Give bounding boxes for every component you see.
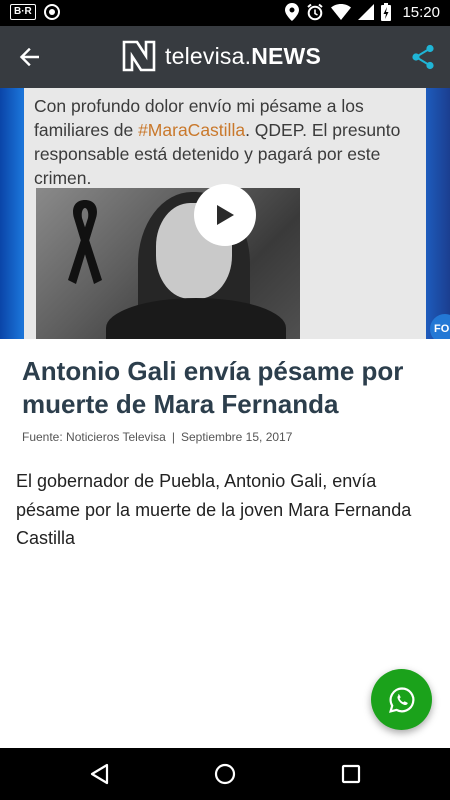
- tweet-hashtag: #MaraCastilla: [138, 120, 246, 140]
- whatsapp-icon: [388, 686, 414, 713]
- play-icon: [217, 205, 234, 225]
- wifi-icon: [331, 4, 352, 20]
- nav-back-icon: [90, 763, 109, 785]
- arrow-back-icon: [19, 48, 39, 66]
- article-source: Fuente: Noticieros Televisa: [22, 430, 166, 444]
- nav-recents-icon: [341, 764, 361, 784]
- circle-notification-icon: [43, 4, 60, 20]
- nav-recents-button[interactable]: [339, 762, 363, 786]
- article-date: Septiembre 15, 2017: [180, 430, 293, 444]
- brand-suffix: NEWS: [251, 42, 321, 69]
- nav-home-icon: [214, 763, 236, 785]
- location-icon: [285, 3, 300, 21]
- battery-charging-icon: [381, 3, 392, 21]
- status-left: B·R: [10, 4, 60, 20]
- mourning-ribbon-icon: [68, 200, 102, 284]
- photo-shoulders: [106, 298, 286, 339]
- alarm-icon: [307, 3, 324, 21]
- navigation-bar: [0, 748, 450, 800]
- corner-badge: FO: [430, 314, 450, 339]
- status-right: 15:20: [285, 3, 440, 21]
- video-photo: [36, 188, 300, 339]
- app-bar: televisa.NEWS: [0, 26, 450, 88]
- article-meta: Fuente: Noticieros Televisa | Septiembre 1…: [22, 430, 292, 444]
- televisa-logo-icon: [122, 40, 156, 72]
- share-button[interactable]: [408, 42, 438, 72]
- signal-icon: [358, 4, 375, 20]
- article-title: Antonio Gali envía pésame por muerte de …: [22, 356, 404, 419]
- brand-prefix: televisa.: [165, 42, 252, 69]
- nav-back-button[interactable]: [87, 762, 111, 786]
- tweet-text: Con profundo dolor envío mi pésame a los…: [34, 94, 426, 190]
- whatsapp-share-button[interactable]: [371, 669, 432, 730]
- br-icon: B·R: [10, 4, 36, 20]
- status-time: 15:20: [402, 3, 440, 21]
- brand-text: televisa.NEWS: [165, 43, 321, 70]
- televisa-news-logo: televisa.NEWS: [122, 40, 321, 72]
- video-player[interactable]: Con profundo dolor envío mi pésame a los…: [0, 88, 450, 339]
- share-icon: [412, 44, 434, 70]
- article-body: El gobernador de Puebla, Antonio Gali, e…: [16, 471, 412, 548]
- back-button[interactable]: [14, 43, 44, 71]
- play-button[interactable]: [194, 184, 256, 246]
- meta-separator: |: [171, 430, 175, 444]
- nav-home-button[interactable]: [213, 762, 237, 786]
- status-bar: B·R 15:20: [0, 0, 450, 26]
